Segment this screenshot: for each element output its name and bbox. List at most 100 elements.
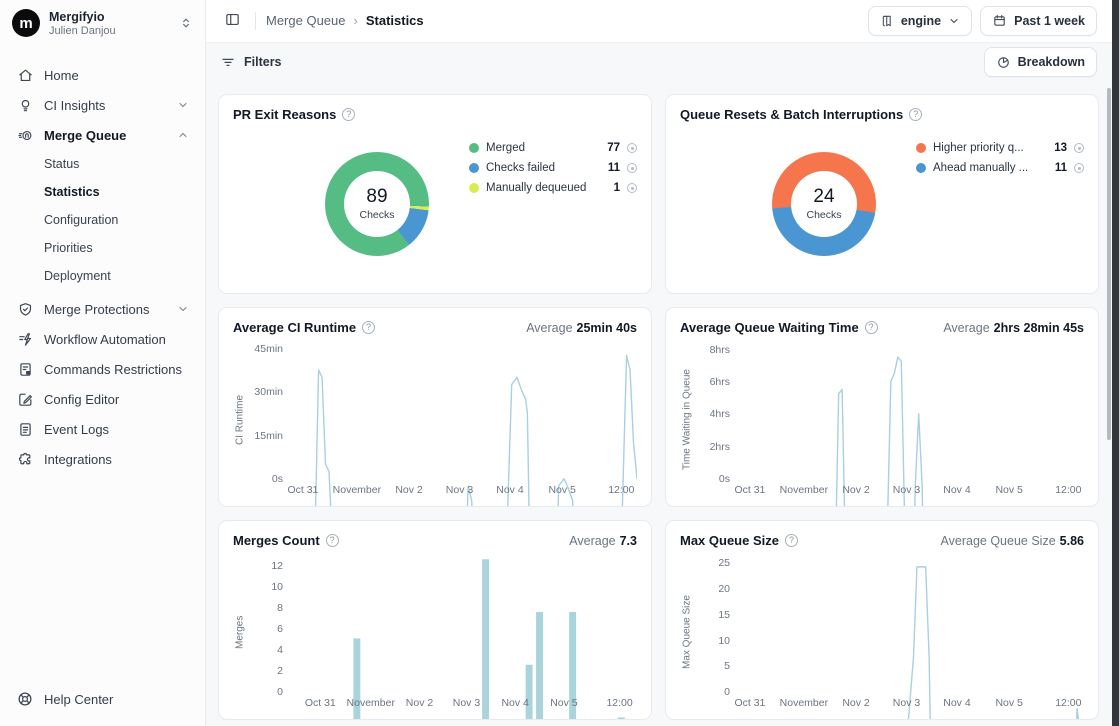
card-title: Average Queue Waiting Time (680, 320, 859, 335)
date-range-button[interactable]: Past 1 week (980, 6, 1097, 36)
legend-eye-icon[interactable] (1074, 163, 1084, 173)
line-chart[interactable] (289, 341, 637, 480)
sidebar-item-commands-restrictions[interactable]: Commands Restrictions (8, 354, 197, 384)
x-axis-tick: Nov 4 (496, 484, 523, 496)
sidebar-item-home[interactable]: Home (8, 60, 197, 90)
x-axis-tick: November (333, 484, 381, 496)
mergify-logo: m (12, 9, 40, 37)
x-axis-tick: Nov 3 (453, 697, 480, 709)
donut-total: 89 (366, 186, 387, 208)
legend-label: Ahead manually ... (933, 162, 1048, 174)
repo-icon (880, 14, 894, 28)
y-axis: 0510152025 (694, 554, 736, 693)
legend-item[interactable]: Manually dequeued1 (469, 178, 637, 198)
x-axis-tick: Nov 5 (995, 484, 1022, 496)
sidebar-item-label: Integrations (44, 452, 189, 467)
breakdown-button[interactable]: Breakdown (984, 47, 1097, 77)
donut-total-label: Checks (359, 209, 394, 221)
y-axis-tick: 10 (718, 635, 730, 647)
y-axis-tick: 8 (277, 602, 283, 614)
donut-chart[interactable]: 89 Checks (325, 152, 429, 256)
y-axis-tick: 2hrs (710, 441, 730, 453)
sidebar-item-workflow-automation[interactable]: Workflow Automation (8, 324, 197, 354)
legend-eye-icon[interactable] (627, 163, 637, 173)
help-question-icon[interactable]: ? (865, 321, 878, 334)
help-question-icon[interactable]: ? (362, 321, 375, 334)
y-axis-label: Merges (233, 554, 247, 711)
calendar-icon (992, 13, 1007, 28)
sidebar-item-statistics[interactable]: Statistics (8, 178, 197, 206)
x-axis-tick: 12:00 (606, 697, 632, 709)
legend-color-dot (469, 143, 479, 153)
line-chart[interactable] (736, 341, 1084, 480)
sidebar-item-config-editor[interactable]: Config Editor (8, 384, 197, 414)
x-axis-tick: Nov 5 (995, 697, 1022, 709)
legend-item[interactable]: Higher priority q...13 (916, 138, 1084, 158)
sidebar-item-integrations[interactable]: Integrations (8, 444, 197, 474)
breadcrumb-separator-icon: › (354, 13, 358, 28)
x-axis-tick: Oct 31 (734, 697, 765, 709)
donut-total-label: Checks (806, 209, 841, 221)
legend-label: Higher priority q... (933, 142, 1047, 154)
breadcrumb-parent[interactable]: Merge Queue (266, 13, 346, 28)
line-chart[interactable] (736, 554, 1084, 693)
main-area: Merge Queue › Statistics engine Past 1 w… (206, 0, 1119, 726)
repo-select-value: engine (901, 14, 941, 28)
sidebar-item-configuration[interactable]: Configuration (8, 206, 197, 234)
x-axis-tick: Nov 4 (501, 697, 528, 709)
y-axis-tick: 20 (718, 583, 730, 595)
sidebar-item-label: Configuration (44, 213, 118, 227)
card-queue-waiting-time: Average Queue Waiting Time ? Average2hrs… (665, 307, 1099, 507)
sidebar-item-merge-queue[interactable]: Merge Queue (8, 120, 197, 150)
legend-eye-icon[interactable] (627, 183, 637, 193)
sidebar-item-label: Commands Restrictions (44, 362, 189, 377)
x-axis-tick: 12:00 (608, 484, 634, 496)
help-center-link[interactable]: Help Center (0, 676, 205, 726)
bar-chart[interactable] (289, 554, 637, 693)
legend-item[interactable]: Ahead manually ...11 (916, 158, 1084, 178)
y-axis-tick: 0 (724, 686, 730, 698)
legend-item[interactable]: Merged 77 (469, 138, 637, 158)
sidebar-nav: Home CI Insights Merge Queue Status Stat… (0, 46, 205, 676)
legend-color-dot (469, 163, 479, 173)
help-question-icon[interactable]: ? (342, 108, 355, 121)
x-axis-tick: November (780, 697, 828, 709)
sidebar-item-status[interactable]: Status (8, 150, 197, 178)
sidebar-item-deployment[interactable]: Deployment (8, 262, 197, 290)
x-axis-tick: Oct 31 (287, 484, 318, 496)
y-axis-label: CI Runtime (233, 341, 247, 498)
x-axis-tick: Nov 4 (943, 484, 970, 496)
y-axis-tick: 12 (271, 560, 283, 572)
topbar-divider (255, 12, 256, 30)
sidebar-item-event-logs[interactable]: Event Logs (8, 414, 197, 444)
legend-eye-icon[interactable] (1074, 143, 1084, 153)
x-axis-tick: Oct 31 (734, 484, 765, 496)
x-axis-tick: Nov 4 (943, 697, 970, 709)
sidebar-item-label: Statistics (44, 185, 100, 199)
sidebar-item-label: CI Insights (44, 98, 167, 113)
legend-eye-icon[interactable] (627, 143, 637, 153)
legend-value: 77 (607, 142, 620, 154)
y-axis: 0s2hrs4hrs6hrs8hrs (694, 341, 736, 480)
sidebar-item-ci-insights[interactable]: CI Insights (8, 90, 197, 120)
card-queue-resets: Queue Resets & Batch Interruptions ? 24 … (665, 94, 1099, 294)
sidebar-item-merge-protections[interactable]: Merge Protections (8, 294, 197, 324)
help-question-icon[interactable]: ? (909, 108, 922, 121)
scrollbar-thumb[interactable] (1107, 88, 1111, 440)
card-pr-exit-reasons: PR Exit Reasons ? 89 Checks Merged77Chec… (218, 94, 652, 294)
sidebar-toggle-button[interactable] (220, 7, 245, 35)
x-axis-tick: Nov 2 (842, 484, 869, 496)
filters-button[interactable]: Filters (220, 54, 282, 70)
legend-color-dot (916, 143, 926, 153)
x-axis-tick: Nov 2 (406, 697, 433, 709)
sidebar-item-priorities[interactable]: Priorities (8, 234, 197, 262)
repo-select-button[interactable]: engine (868, 6, 972, 36)
help-question-icon[interactable]: ? (785, 534, 798, 547)
org-switcher-chevrons-icon[interactable] (179, 16, 193, 30)
donut-chart[interactable]: 24 Checks (772, 152, 876, 256)
y-axis-tick: 6 (277, 623, 283, 635)
legend-label: Merged (486, 142, 600, 154)
legend-item[interactable]: Checks failed11 (469, 158, 637, 178)
help-question-icon[interactable]: ? (326, 534, 339, 547)
org-switcher[interactable]: m Mergifyio Julien Danjou (0, 0, 205, 46)
